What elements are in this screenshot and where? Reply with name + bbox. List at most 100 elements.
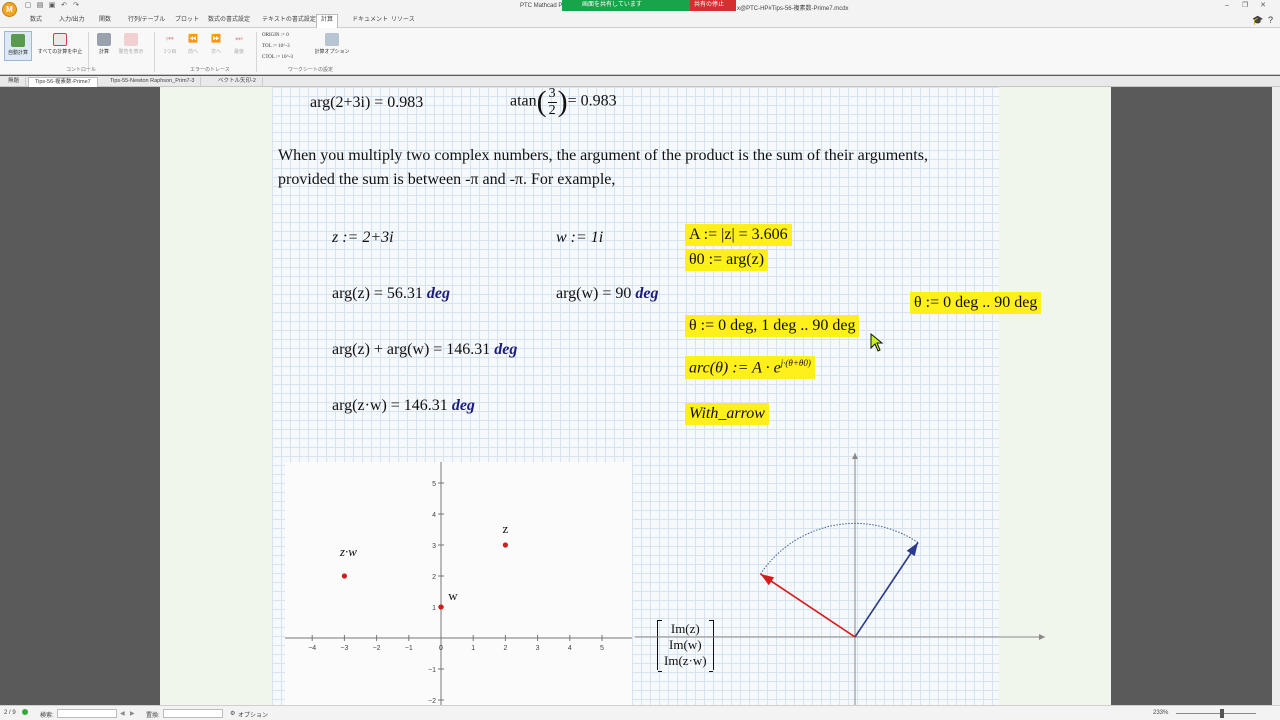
atan-fraction: 32 — [547, 87, 557, 119]
tab-functions[interactable]: 関数 — [95, 15, 115, 27]
arg-sum-result[interactable]: arg(z) + arg(w) = 146.31 deg — [332, 341, 517, 359]
tab-calculation[interactable]: 計算 — [316, 14, 339, 28]
w-definition[interactable]: w := 1i — [556, 229, 603, 247]
calc-button[interactable]: 計算 — [90, 31, 118, 61]
save-icon[interactable]: ▣ — [48, 2, 56, 10]
arc-exponent: j·(θ+θ0) — [780, 358, 811, 368]
arg-product-result[interactable]: arg(z·w) = 146.31 deg — [332, 397, 475, 415]
minimize-icon[interactable]: – — [1222, 2, 1232, 10]
x-tick-label: 1 — [471, 645, 475, 652]
x-tick-label: 4 — [568, 645, 572, 652]
doc-tab-vector-arrow[interactable]: ベクトル矢印-2 — [212, 77, 263, 87]
ctol-setting[interactable]: CTOL := 10^-3 — [262, 55, 293, 60]
y-tick-label: 3 — [432, 543, 436, 550]
vector-plot-region[interactable] — [635, 447, 1055, 705]
paren-close: ) — [557, 87, 568, 118]
title-bar: M ▢ ▤ ▣ ↶ ↷ PTC Mathcad Prime 7.0.0 画面を共… — [0, 0, 1280, 17]
fraction-denominator: 2 — [548, 102, 556, 118]
arc-definition[interactable]: arc(θ) := A · ej·(θ+θ0) — [685, 356, 815, 380]
search-input[interactable] — [57, 709, 117, 718]
new-file-icon[interactable]: ▢ — [24, 2, 32, 10]
tab-math-formatting[interactable]: 数式の書式設定 — [204, 15, 254, 27]
tab-math[interactable]: 数式 — [26, 15, 46, 27]
screen-share-bar: 画面を共有しています — [562, 0, 690, 11]
zoom-slider-handle[interactable] — [1220, 709, 1224, 718]
search-prev-icon[interactable]: ◀ — [120, 710, 125, 717]
search-options-label[interactable]: オプション — [238, 710, 268, 719]
ribbon-separator — [256, 32, 257, 72]
calc-options-button[interactable]: 計算オプション — [310, 31, 354, 61]
page-indicator: 2 / 9 — [4, 710, 16, 716]
unit-deg: deg — [635, 285, 659, 302]
theta0-definition[interactable]: θ0 := arg(z) — [685, 249, 769, 271]
first-error-icon[interactable]: ⏮ — [160, 34, 180, 44]
unit-deg: deg — [426, 285, 451, 302]
x-axis-arrowhead — [1039, 634, 1045, 640]
undo-icon[interactable]: ↶ — [60, 2, 68, 10]
point-label: z — [503, 521, 509, 536]
auto-calc-button[interactable]: 自動計算 — [4, 31, 32, 61]
origin-setting[interactable]: ORIGIN := 0 — [262, 33, 289, 38]
y-tick-label: −2 — [428, 698, 436, 705]
tab-text-formatting[interactable]: テキストの書式設定 — [258, 15, 320, 27]
tol-setting[interactable]: TOL := 10^-3 — [262, 44, 290, 49]
arg-z-result[interactable]: arg(z) = 56.31 deg — [332, 285, 450, 303]
search-options-icon[interactable]: ⚙ — [230, 710, 235, 717]
with-arrow-variable[interactable]: With_arrow — [685, 403, 769, 425]
zoom-slider-track[interactable] — [1176, 713, 1256, 714]
restore-icon[interactable]: ❐ — [1240, 2, 1250, 10]
tab-plots[interactable]: プロット — [171, 15, 203, 27]
vertical-scrollbar[interactable] — [1272, 87, 1280, 705]
A-definition[interactable]: A := |z| = 3.606 — [685, 224, 792, 246]
show-warnings-button[interactable]: 警告を表示 — [116, 31, 146, 61]
theta-range-definition-2[interactable]: θ := 0 deg .. 90 deg — [910, 292, 1042, 314]
open-file-icon[interactable]: ▤ — [36, 2, 44, 10]
scatter-plot-svg: −4 −3 −2 −1 0 1 2 3 4 5 −2 −1 1 2 3 4 5 z w z·w — [285, 462, 632, 705]
mathcad-logo-icon[interactable]: M — [2, 2, 17, 17]
doc-tab-tips55[interactable]: Tips-55-Newton Raphson_Prim7-3 — [104, 77, 202, 87]
stop-calc-icon — [53, 33, 67, 46]
doc-tab-tips56[interactable]: Tips-56-複素数-Prime7 — [28, 77, 98, 87]
paren-open: ( — [536, 87, 547, 118]
arg-expression[interactable]: arg(2+3i) = 0.983 — [310, 94, 423, 112]
next-error-icon[interactable]: ⏩ — [206, 34, 226, 43]
prev-error-icon[interactable]: ⏪ — [183, 34, 203, 43]
x-tick-label: −3 — [340, 645, 348, 652]
arg-w-result[interactable]: arg(w) = 90 deg — [556, 285, 658, 303]
z-definition[interactable]: z := 2+3i — [332, 229, 394, 247]
tab-resources[interactable]: リソース — [387, 15, 419, 27]
vector-arrowhead — [760, 574, 775, 586]
atan-fn: atan — [510, 92, 537, 110]
stop-share-button[interactable]: 共有の停止 — [690, 0, 736, 11]
atan-expression[interactable]: atan(3 2)= 0.983 — [510, 87, 617, 119]
search-next-icon[interactable]: ▶ — [130, 710, 135, 717]
search-label: 検索: — [40, 713, 54, 719]
close-icon[interactable]: ✕ — [1258, 2, 1268, 10]
calc-label: 計算 — [98, 49, 109, 55]
stop-share-label: 共有の停止 — [694, 2, 725, 8]
point-label: w — [448, 588, 458, 603]
warning-icon — [124, 33, 138, 46]
replace-input[interactable] — [163, 709, 223, 718]
theta-range-definition-1[interactable]: θ := 0 deg, 1 deg .. 90 deg — [685, 315, 860, 337]
tab-document[interactable]: ドキュメント — [348, 15, 392, 27]
tab-input-output[interactable]: 入力/出力 — [55, 15, 89, 27]
worksheet-page[interactable]: arg(2+3i) = 0.983 atan(3 2)= 0.983 When y… — [160, 87, 1111, 705]
learning-icon[interactable]: 🎓 — [1252, 15, 1263, 26]
scatter-plot-region[interactable]: −4 −3 −2 −1 0 1 2 3 4 5 −2 −1 1 2 3 4 5 z w z·w — [285, 462, 632, 705]
unit-deg: deg — [451, 397, 475, 414]
y-tick-label: −1 — [428, 667, 436, 674]
redo-icon[interactable]: ↷ — [72, 2, 80, 10]
help-icon[interactable]: ? — [1268, 15, 1273, 25]
prev-error-label: 前へ — [187, 49, 198, 55]
last-error-icon[interactable]: ⏭ — [229, 34, 249, 44]
tab-matrices-tables[interactable]: 行列/テーブル — [124, 15, 169, 27]
calc-status-icon — [22, 709, 28, 715]
text-region-paragraph[interactable]: When you multiply two complex numbers, t… — [278, 144, 978, 192]
stop-all-calc-button[interactable]: すべての計算を中止 — [36, 31, 84, 61]
doc-tab-untitled[interactable]: 無題 — [2, 77, 27, 87]
y-tick-label: 5 — [432, 481, 436, 488]
group-label-control: コントロール — [66, 67, 97, 73]
vector-plot-svg — [635, 453, 1045, 705]
vector-arrow-line — [854, 542, 919, 638]
